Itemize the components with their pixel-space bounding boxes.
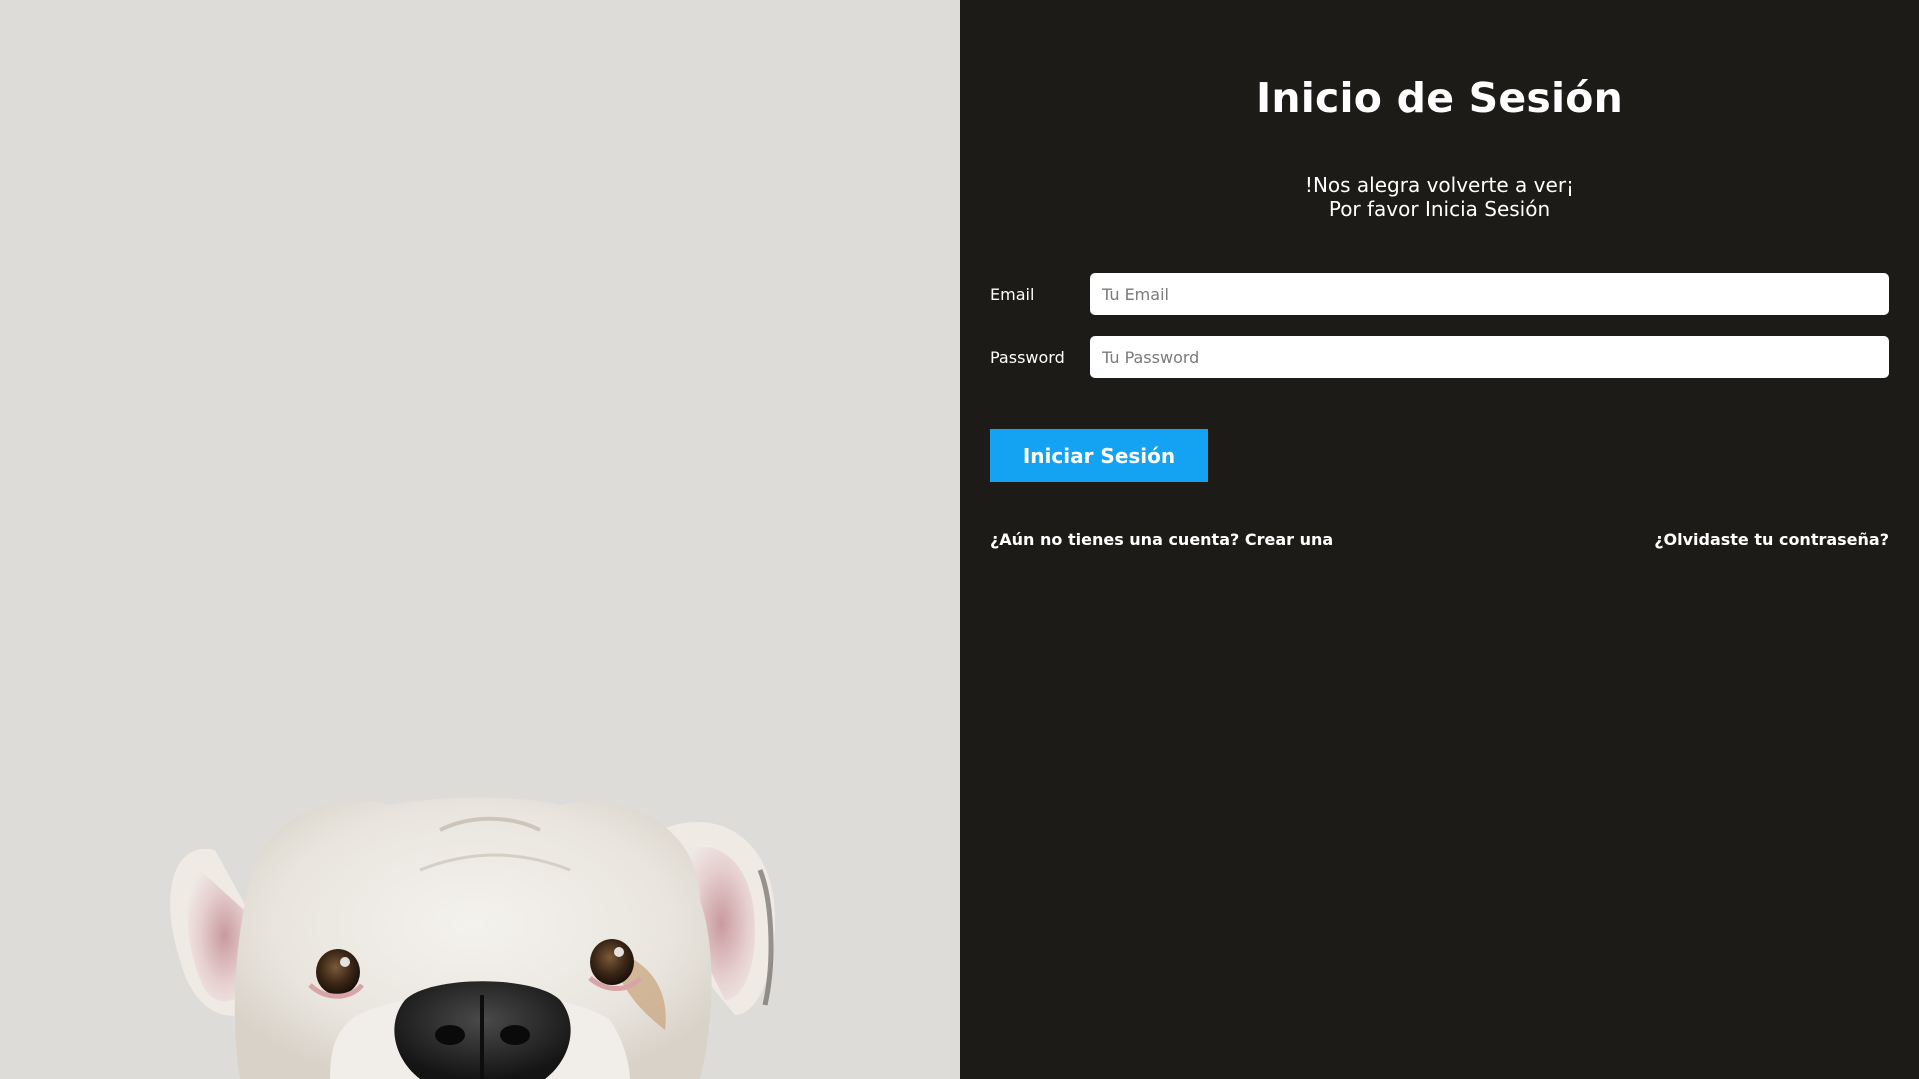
login-form-panel: Inicio de Sesión !Nos alegra volverte a …	[960, 0, 1919, 1079]
login-page: Inicio de Sesión !Nos alegra volverte a …	[0, 0, 1919, 1079]
email-field[interactable]	[1090, 273, 1889, 315]
create-account-link[interactable]: ¿Aún no tienes una cuenta? Crear una	[990, 530, 1333, 549]
password-label: Password	[990, 347, 1065, 367]
hero-image-panel	[0, 0, 960, 1079]
welcome-message: !Nos alegra volverte a ver¡ Por favor In…	[960, 173, 1919, 221]
login-button[interactable]: Iniciar Sesión	[990, 429, 1208, 482]
form-links: ¿Aún no tienes una cuenta? Crear una ¿Ol…	[990, 530, 1889, 549]
password-field[interactable]	[1090, 336, 1889, 378]
welcome-message-line-1: !Nos alegra volverte a ver¡	[1304, 173, 1575, 197]
password-field-row: Password	[990, 335, 1889, 379]
forgot-password-link[interactable]: ¿Olvidaste tu contraseña?	[1654, 530, 1889, 549]
welcome-message-line-2: Por favor Inicia Sesión	[1328, 197, 1551, 221]
email-field-row: Email	[990, 272, 1889, 316]
email-label: Email	[990, 284, 1035, 304]
page-title: Inicio de Sesión	[1255, 74, 1624, 122]
bulldog-image	[170, 797, 775, 1079]
